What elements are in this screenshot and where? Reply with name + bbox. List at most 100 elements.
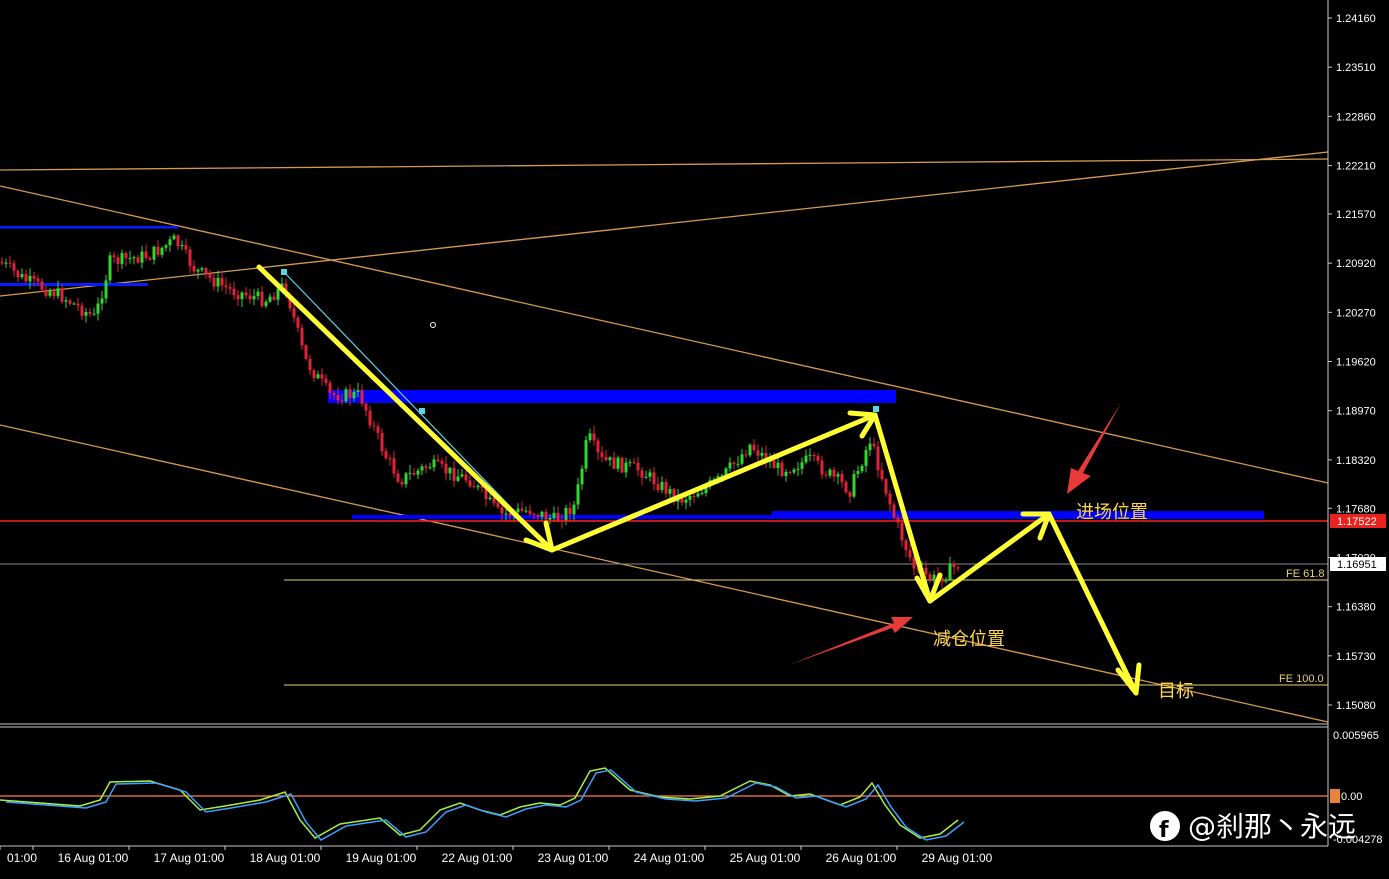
candle-bull [352, 391, 356, 399]
candle-bear [592, 433, 596, 441]
candle-bear [908, 550, 912, 558]
fib-anchor-point-3 [873, 406, 879, 412]
price-tick-label: 1.16380 [1336, 602, 1376, 614]
zone-upper-left [0, 226, 178, 229]
candle-bear [184, 245, 188, 250]
candle-bear [292, 308, 296, 318]
candle-bull [564, 507, 568, 522]
candle-bear [24, 274, 28, 282]
candle-bear [272, 296, 276, 300]
candle-bull [476, 485, 480, 488]
time-tick-label: 18 Aug 01:00 [250, 851, 321, 865]
price-tick-label: 1.23510 [1336, 62, 1376, 74]
candle-bear [780, 462, 784, 477]
candle-bull [96, 303, 100, 314]
candle-bear [36, 278, 40, 282]
candle-bear [76, 303, 80, 306]
candle-bull [584, 440, 588, 469]
candle-bear [328, 382, 332, 393]
candle-bull [256, 291, 260, 297]
candle-bear [376, 426, 380, 433]
candle-bull [108, 255, 112, 281]
time-tick-label: 01:00 [7, 851, 37, 865]
candle-bear [840, 474, 844, 482]
candle-bull [740, 454, 744, 464]
candle-bear [620, 457, 624, 473]
candle-bear [812, 454, 816, 457]
candle-bear [452, 467, 456, 481]
candle-bull [316, 374, 320, 379]
candle-bull [616, 457, 620, 469]
candle-bear [596, 440, 600, 453]
candle-bull [796, 468, 800, 470]
candle-bear [232, 288, 236, 296]
candle-bear [556, 512, 560, 521]
candle-bear [296, 317, 300, 328]
candle-bear [260, 291, 264, 307]
candle-bull [648, 472, 652, 477]
current-price-badge-text: 1.17522 [1337, 516, 1377, 528]
watermark-text: @刹那丶永远 [1188, 810, 1356, 843]
candle-bull [524, 510, 528, 512]
candle-bear [692, 495, 696, 497]
candle-bear [340, 400, 344, 402]
candle-bear [208, 273, 212, 278]
candle-bear [876, 446, 880, 471]
candle-bear [112, 255, 116, 258]
candle-bull [576, 484, 580, 505]
candle-bear [444, 463, 448, 474]
price-tick-label: 1.20270 [1336, 307, 1376, 319]
candle-bear [848, 492, 852, 497]
candle-bull [580, 468, 584, 485]
price-tick-label: 1.21570 [1336, 209, 1376, 221]
candle-bear [904, 540, 908, 551]
trading-chart: FE 61.8 FE 100.0 进场位置 减仓位置 目标 1.241601.2… [0, 0, 1389, 879]
candle-bear [188, 249, 192, 266]
candle-bull [152, 246, 156, 260]
candle-bull [84, 312, 88, 316]
time-tick-label: 23 Aug 01:00 [538, 851, 609, 865]
candle-bull [356, 390, 360, 392]
candle-bull [932, 574, 936, 580]
candle-bull [168, 239, 172, 246]
candle-bull [644, 476, 648, 478]
candle-bear [204, 268, 208, 274]
candle-bear [640, 470, 644, 478]
candle-bull [628, 462, 632, 464]
candle-bull [836, 474, 840, 477]
candle-bull [488, 497, 492, 500]
candle-bear [212, 277, 216, 287]
candle-bear [248, 295, 252, 300]
bid-price-badge-text: 1.16951 [1337, 559, 1377, 571]
candle-bear [528, 510, 532, 514]
candle-bear [244, 292, 248, 296]
candle-bull [160, 247, 164, 255]
osc-tick-top: 0.005965 [1333, 730, 1379, 742]
candle-bear [412, 472, 416, 475]
candle-bear [312, 370, 316, 379]
candle-bear [44, 289, 48, 296]
fib-100-label: FE 100.0 [1279, 673, 1324, 685]
candle-bear [224, 285, 228, 288]
candle-bull [408, 472, 412, 474]
candle-bear [612, 457, 616, 469]
candle-bear [400, 481, 404, 485]
candle-bear [520, 508, 524, 511]
candle-bull [56, 288, 60, 297]
candle-bear [472, 486, 476, 488]
candle-bull [92, 313, 96, 315]
candle-bear [384, 451, 388, 459]
candle-bull [268, 296, 272, 302]
candle-bear [816, 456, 820, 461]
candle-bear [652, 472, 656, 485]
time-tick-label: 24 Aug 01:00 [634, 851, 705, 865]
candle-bear [928, 574, 932, 580]
candle-bear [632, 462, 636, 464]
candle-bear [88, 312, 92, 315]
candle-bear [788, 472, 792, 474]
candle-bear [536, 514, 540, 517]
candle-bear [752, 444, 756, 451]
candle-bear [872, 443, 876, 447]
candle-bear [392, 458, 396, 474]
candle-bear [500, 507, 504, 514]
